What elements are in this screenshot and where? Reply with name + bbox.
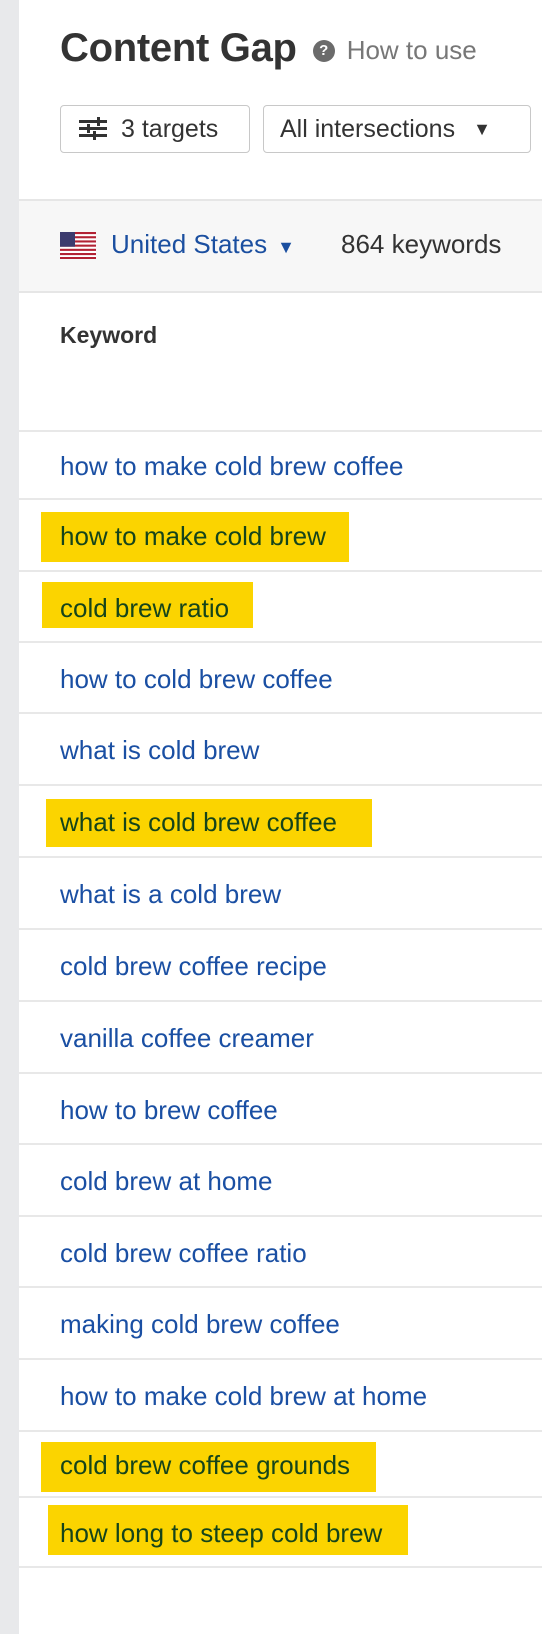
table-row-divider (19, 1566, 542, 1636)
targets-button[interactable]: 3 targets (60, 105, 250, 153)
table-row: cold brew coffee grounds (19, 1430, 542, 1498)
question-circle-icon[interactable]: ? (312, 39, 335, 62)
table-row: how to brew coffee (19, 1072, 542, 1145)
table-row: cold brew at home (19, 1143, 542, 1217)
table-row: how to make cold brew (19, 498, 542, 572)
keyword-link[interactable]: how to brew coffee (60, 1095, 278, 1125)
column-header-keyword[interactable]: Keyword (60, 322, 157, 349)
how-to-use-link[interactable]: How to use (347, 35, 477, 66)
table-row: how to make cold brew coffee (19, 430, 542, 500)
table-row: vanilla coffee creamer (19, 1000, 542, 1074)
table-row: cold brew coffee recipe (19, 928, 542, 1002)
keyword-link[interactable]: cold brew coffee ratio (60, 1238, 307, 1268)
table-row: making cold brew coffee (19, 1286, 542, 1360)
sliders-icon (79, 117, 107, 141)
keyword-link[interactable]: how to make cold brew coffee (60, 451, 403, 481)
keyword-link[interactable]: how to cold brew coffee (60, 664, 333, 694)
table-row: what is cold brew coffee (19, 784, 542, 858)
keyword-link[interactable]: cold brew at home (60, 1166, 272, 1196)
keyword-link[interactable]: cold brew ratio (60, 593, 229, 623)
keyword-link[interactable]: vanilla coffee creamer (60, 1023, 314, 1053)
filter-bar: United States ▼ 864 keywords (19, 199, 542, 293)
us-flag-icon (60, 232, 96, 259)
keyword-count: 864 keywords (341, 229, 502, 259)
keyword-link[interactable]: cold brew coffee recipe (60, 951, 327, 981)
main-panel: Content Gap ? How to use 3 targets All i… (19, 0, 542, 1634)
caret-down-icon: ▼ (473, 118, 491, 139)
table-row: what is a cold brew (19, 856, 542, 930)
intersections-label: All intersections (280, 114, 456, 143)
title-row: Content Gap ? How to use (60, 26, 477, 71)
left-rail (0, 0, 19, 1634)
table-row: how long to steep cold brew (19, 1496, 542, 1568)
keyword-link[interactable]: what is cold brew (60, 735, 259, 765)
keyword-link[interactable]: cold brew coffee grounds (60, 1450, 350, 1480)
keyword-link[interactable]: making cold brew coffee (60, 1309, 340, 1339)
targets-label: 3 targets (121, 114, 219, 143)
table-row: what is cold brew (19, 712, 542, 786)
table-row: cold brew coffee ratio (19, 1215, 542, 1288)
intersections-dropdown[interactable]: All intersections ▼ (263, 105, 531, 153)
table-row: how to make cold brew at home (19, 1358, 542, 1432)
keyword-link[interactable]: how long to steep cold brew (60, 1518, 382, 1548)
table-row: cold brew ratio (19, 570, 542, 643)
country-selector[interactable]: United States ▼ (111, 229, 295, 260)
country-label: United States (111, 229, 268, 259)
keyword-link[interactable]: what is cold brew coffee (60, 807, 337, 837)
page-title: Content Gap (60, 26, 297, 70)
keyword-link[interactable]: how to make cold brew (60, 521, 326, 551)
keyword-link[interactable]: how to make cold brew at home (60, 1381, 427, 1411)
caret-down-icon: ▼ (277, 237, 295, 257)
keyword-link[interactable]: what is a cold brew (60, 879, 281, 909)
table-row: how to cold brew coffee (19, 641, 542, 714)
